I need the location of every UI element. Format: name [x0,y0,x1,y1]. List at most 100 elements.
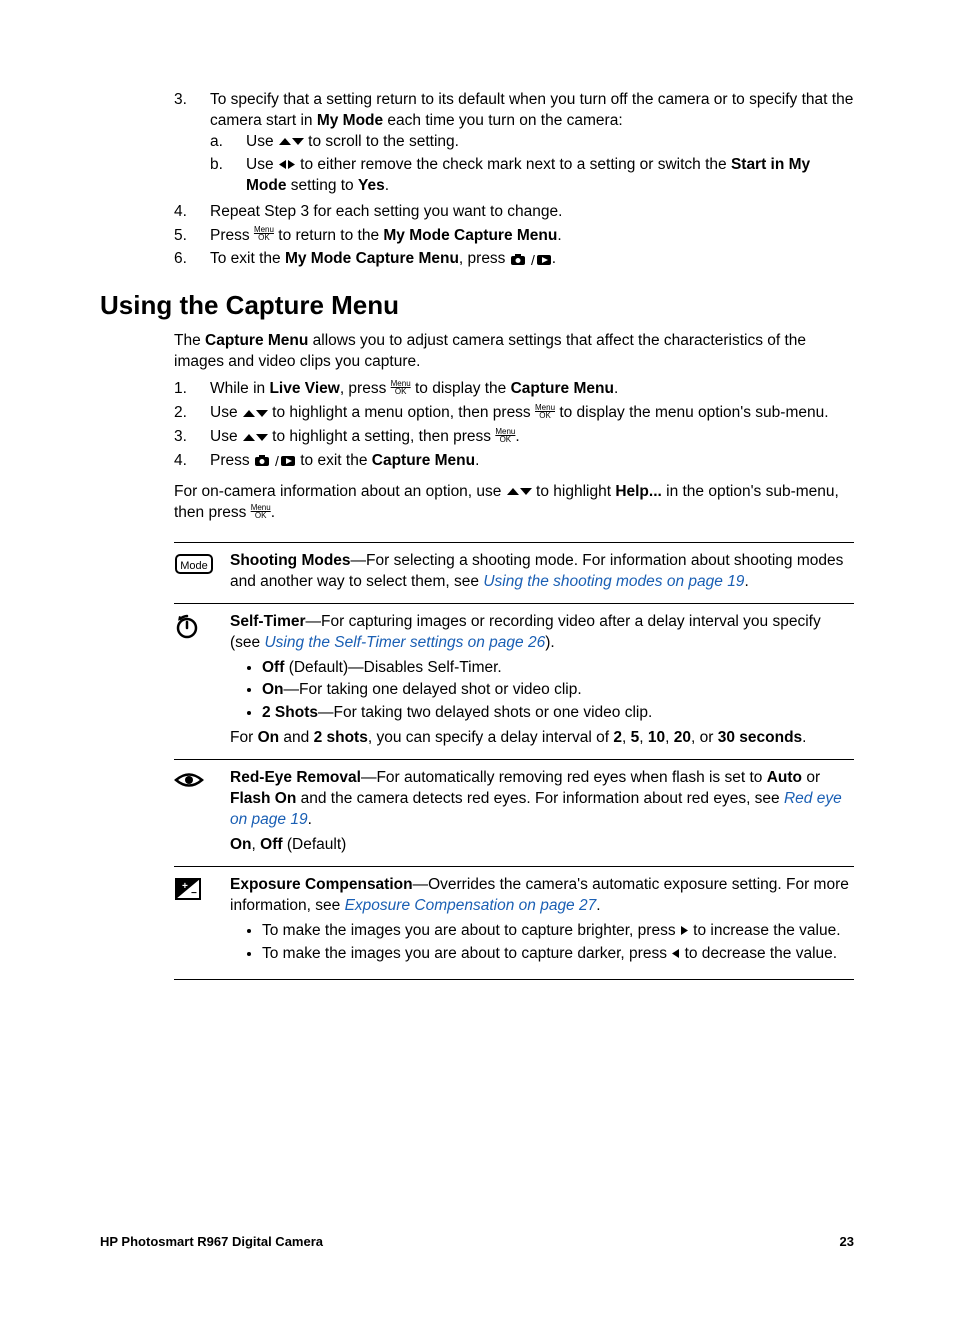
bold: Help... [615,483,662,500]
text: . [552,250,556,267]
menu-ok-icon: MenuOK [254,226,274,242]
svg-text:/: / [275,454,279,467]
bold: Yes [358,177,385,194]
text: For on-camera information about an optio… [174,483,506,500]
bold: Auto [767,769,802,786]
step-number: 3. [174,90,210,199]
text: to highlight a menu option, then press [268,404,535,421]
extra-note: For On and 2 shots, you can specify a de… [230,728,854,749]
footer-product-name: HP Photosmart R967 Digital Camera [100,1233,323,1251]
capture-menu-table: Mode Shooting Modes—For selecting a shoo… [174,542,854,980]
text: . [308,811,312,828]
options-line: On, Off (Default) [230,835,854,856]
text: Use [246,156,278,173]
menu-title: Exposure Compensation [230,876,413,893]
text: Use [210,428,242,445]
text: . [271,504,275,521]
bold: Live View [269,380,339,397]
substep-b: b. Use to either remove the check mark n… [210,155,854,197]
step-number: 4. [174,202,210,223]
step-4: 4. Repeat Step 3 for each setting you wa… [174,202,854,223]
camera-playback-icon: / [254,454,296,467]
capture-step-1: 1. While in Live View, press MenuOK to d… [174,379,854,400]
page-footer: HP Photosmart R967 Digital Camera 23 [100,1233,854,1251]
menu-ok-icon: MenuOK [391,380,411,396]
bold: On [262,681,284,698]
text: . [515,428,519,445]
svg-text:Mode: Mode [180,560,208,572]
left-arrow-icon [671,948,680,959]
step-number: 2. [174,403,210,424]
left-right-arrows-icon [278,159,296,170]
step-5: 5. Press MenuOK to return to the My Mode… [174,226,854,247]
bold: 2 Shots [262,704,318,721]
red-eye-icon [174,768,230,856]
text: . [557,227,561,244]
text: The [174,332,205,349]
exposure-compensation-icon: +− [174,875,230,969]
text: to exit the [296,452,372,469]
bold: Capture Menu [372,452,475,469]
bold: My Mode [317,112,383,129]
menu-row-exposure-comp: +− Exposure Compensation—Overrides the c… [174,867,854,980]
step-text: Repeat Step 3 for each setting you want … [210,202,854,223]
menu-row-shooting-modes: Mode Shooting Modes—For selecting a shoo… [174,543,854,604]
text: and the camera detects red eyes. For inf… [296,790,784,807]
text: to scroll to the setting. [304,133,459,150]
text: To exit the [210,250,285,267]
text: (Default)—Disables Self-Timer. [284,659,501,676]
text: —For taking two delayed shots or one vid… [318,704,652,721]
bullet: On—For taking one delayed shot or video … [262,680,854,701]
text: to either remove the check mark next to … [296,156,731,173]
cross-reference[interactable]: Using the Self-Timer settings on page 26 [264,634,545,651]
menu-row-self-timer: Self-Timer—For capturing images or recor… [174,604,854,761]
bullet: 2 Shots—For taking two delayed shots or … [262,703,854,724]
bullet: To make the images you are about to capt… [262,944,854,965]
top-steps: 3. To specify that a setting return to i… [174,90,854,270]
text: —For taking one delayed shot or video cl… [284,681,582,698]
capture-menu-section: The Capture Menu allows you to adjust ca… [174,331,854,979]
self-timer-icon [174,612,230,750]
text: Press [210,452,254,469]
svg-text:+: + [182,881,188,892]
menu-title: Self-Timer [230,613,306,630]
text: , press [340,380,391,397]
menu-ok-icon: MenuOK [535,404,555,420]
menu-title: Red-Eye Removal [230,769,361,786]
text: to highlight a setting, then press [268,428,495,445]
bold: My Mode Capture Menu [383,227,557,244]
step-number: 4. [174,451,210,472]
camera-playback-icon: / [510,253,552,266]
cross-reference[interactable]: Exposure Compensation on page 27 [345,897,597,914]
text: to decrease the value. [680,945,837,962]
substep-letter: a. [210,132,246,153]
bold: My Mode Capture Menu [285,250,459,267]
cross-reference[interactable]: Using the shooting modes on page 19 [483,573,744,590]
menu-ok-icon: MenuOK [251,504,271,520]
text: —For automatically removing red eyes whe… [361,769,767,786]
capture-step-3: 3. Use to highlight a setting, then pres… [174,427,854,448]
bold: Off [262,659,284,676]
text: to display the [411,380,511,397]
substep-a: a. Use to scroll to the setting. [210,132,854,153]
step-text: each time you turn on the camera: [383,112,623,129]
text: While in [210,380,269,397]
right-arrow-icon [680,925,689,936]
up-down-arrows-icon [506,486,532,497]
text: Use [210,404,242,421]
text: to return to the [274,227,383,244]
text: . [596,897,600,914]
footer-page-number: 23 [840,1233,854,1251]
substep-letter: b. [210,155,246,197]
step-number: 6. [174,249,210,270]
menu-row-red-eye: Red-Eye Removal—For automatically removi… [174,760,854,867]
intro-paragraph: The Capture Menu allows you to adjust ca… [174,331,854,373]
text: To make the images you are about to capt… [262,922,680,939]
help-note: For on-camera information about an optio… [174,482,854,524]
svg-text:−: − [191,888,197,899]
text: Press [210,227,254,244]
text: . [475,452,479,469]
text: Use [246,133,278,150]
text: or [802,769,820,786]
step-number: 3. [174,427,210,448]
